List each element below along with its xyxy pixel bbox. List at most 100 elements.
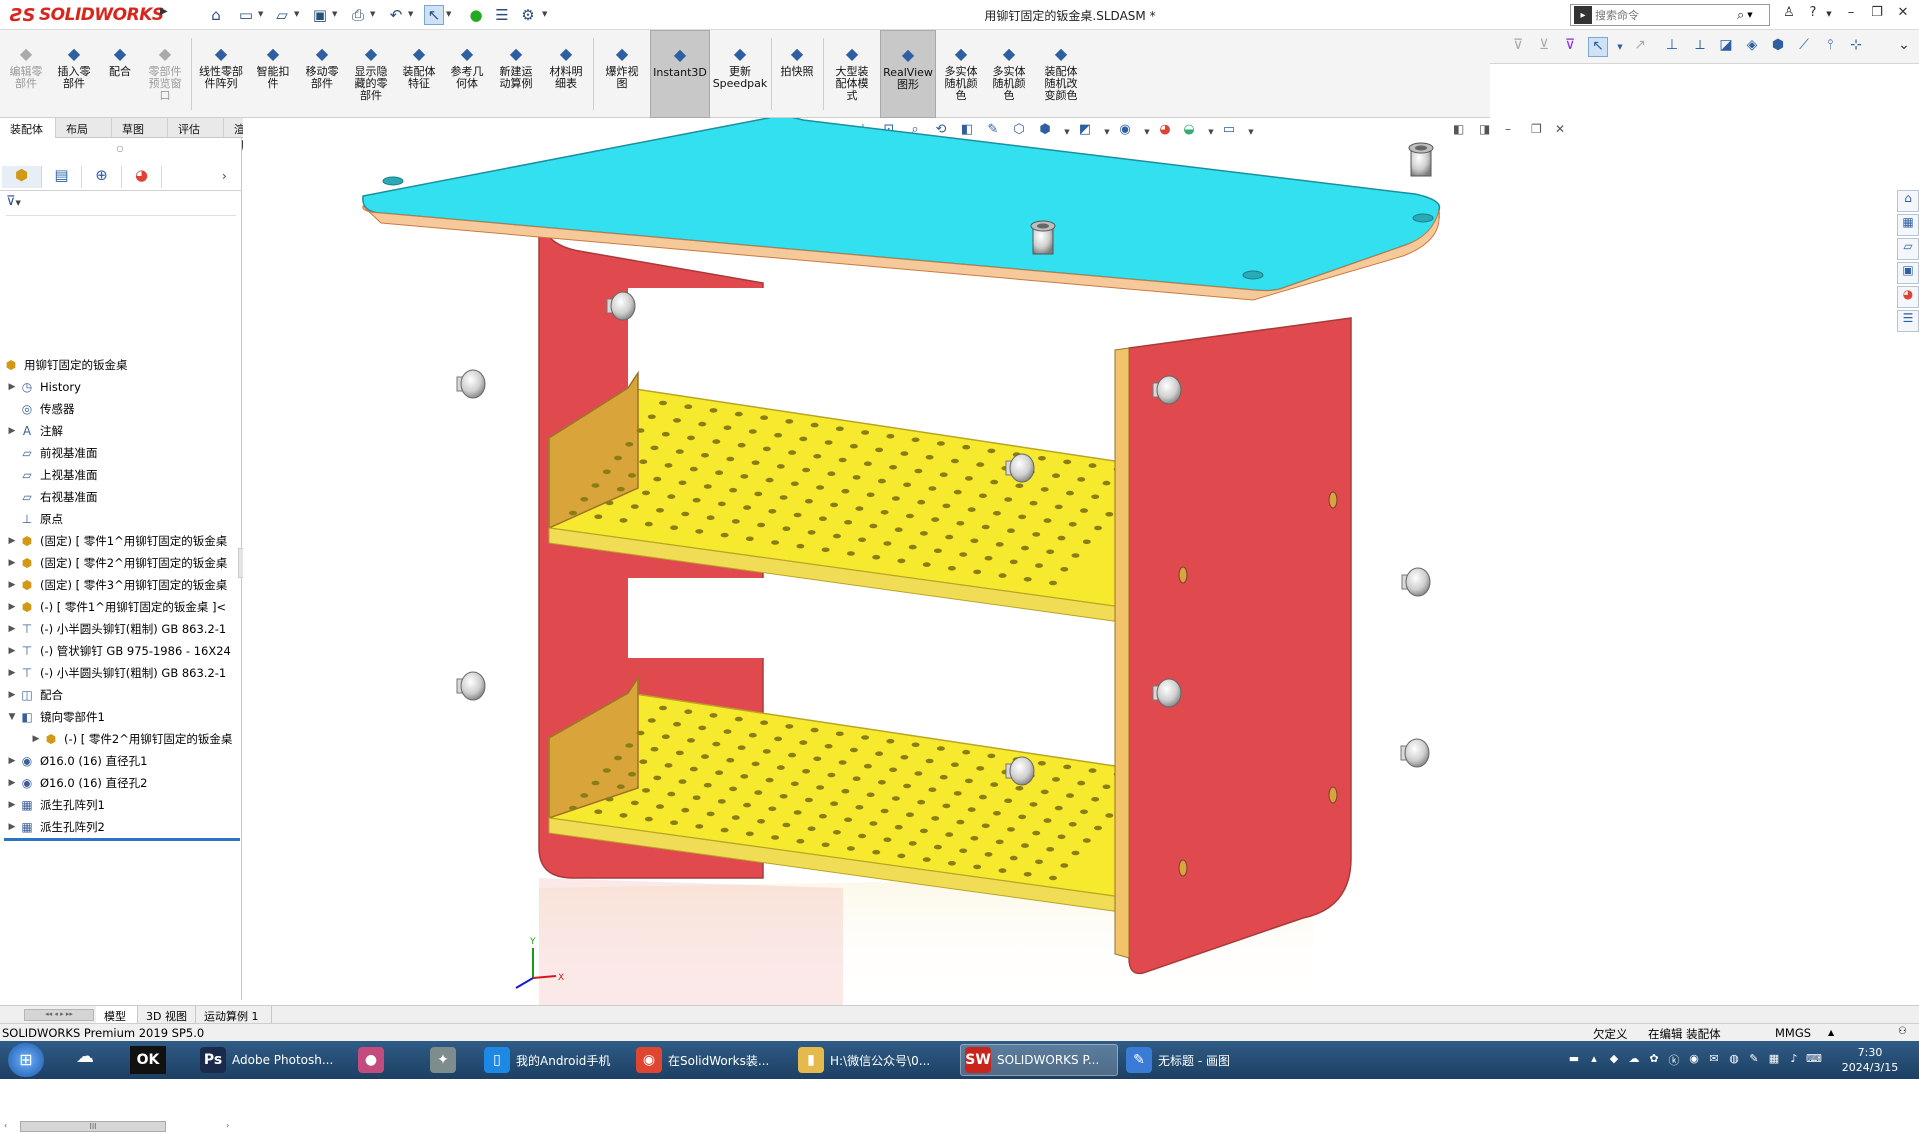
command-assembly-random-color[interactable]: ◆ 装配体 随机改 变颜色 xyxy=(1034,30,1088,118)
command-mate[interactable]: ◆ 配合 xyxy=(100,30,140,118)
vertex-icon[interactable]: ⊥ xyxy=(1662,37,1682,57)
custom-properties-icon[interactable]: ☰ xyxy=(1897,310,1919,332)
search-input[interactable] xyxy=(1595,8,1735,22)
taskbar-item[interactable]: ✦ xyxy=(426,1044,476,1076)
round-head-rivet[interactable] xyxy=(1401,567,1431,597)
graphics-area[interactable]: ⊥ ⊡ ⌕ ⟲ ◧ ✎ ⬡ ⬢ ▼ ◩ ▼ ◉ ▼ ◕ ◒ ▼ ▭ ▼ ◧ ◨ … xyxy=(243,118,1919,1005)
tree-item[interactable]: ⊥ 原点 xyxy=(0,508,240,530)
round-head-rivet[interactable] xyxy=(1400,738,1430,768)
network-icon[interactable]: ▦ xyxy=(1766,1052,1782,1068)
tree-item[interactable]: ▱ 前视基准面 xyxy=(0,442,240,464)
search-commands[interactable]: ▸ ⌕ ▼ xyxy=(1570,4,1770,26)
volume-icon[interactable]: ♪ xyxy=(1786,1052,1802,1068)
chevron-down-icon[interactable]: ▼ xyxy=(1610,43,1630,63)
tray-icon[interactable]: ⓚ xyxy=(1666,1052,1682,1068)
tree-expander-icon[interactable]: ▶ xyxy=(6,602,18,612)
sketch-segment-icon[interactable]: ⟋ xyxy=(1794,37,1814,57)
search-icon[interactable]: ⌕ xyxy=(1737,8,1744,23)
edge-icon[interactable]: ⟂ xyxy=(1690,37,1710,57)
command-reference-geometry[interactable]: ◆ 参考几 何体 xyxy=(444,30,490,118)
command-component-preview[interactable]: ◆ 零部件 预览窗 口 xyxy=(142,30,188,118)
chevron-down-icon[interactable]: ▼ xyxy=(258,10,266,20)
tubular-rivet[interactable] xyxy=(1030,220,1056,255)
tree-expander-icon[interactable]: ▶ xyxy=(6,756,18,766)
tree-item[interactable]: ▶ ▦ 派生孔阵列2 xyxy=(0,816,240,838)
taskbar-item[interactable]: ◉ 在SolidWorks装... xyxy=(632,1044,790,1076)
taskbar-item[interactable]: ● xyxy=(354,1044,404,1076)
file-explorer-icon[interactable]: ▱ xyxy=(1897,238,1919,260)
chevron-down-icon[interactable]: ▼ xyxy=(1818,10,1840,30)
tray-icon[interactable]: ◍ xyxy=(1726,1052,1742,1068)
box-select-icon[interactable]: ↗ xyxy=(1630,37,1650,57)
close-icon[interactable]: ✕ xyxy=(1892,5,1914,25)
chevron-down-icon[interactable]: ▼ xyxy=(294,10,302,20)
tree-expander-icon[interactable]: ▶ xyxy=(6,624,18,634)
tree-item[interactable]: ▶ ◉ Ø16.0 (16) 直径孔2 xyxy=(0,772,240,794)
new-document-icon[interactable]: ▭ xyxy=(236,5,256,25)
open-icon[interactable]: ▱ xyxy=(272,5,292,25)
command-edit-component[interactable]: ◆ 编辑零 部件 xyxy=(4,30,48,118)
tree-expander-icon[interactable]: ▶ xyxy=(6,800,18,810)
tree-item[interactable]: ▶ ⬢ (固定) [ 零件1^用铆钉固定的钣金桌 xyxy=(0,530,240,552)
options-gear-icon[interactable]: ⚙ xyxy=(518,5,538,25)
face-icon[interactable]: ◪ xyxy=(1716,37,1736,57)
command-show-hidden[interactable]: ◆ 显示隐 藏的零 部件 xyxy=(348,30,394,118)
tree-expander-icon[interactable]: ▶ xyxy=(6,558,18,568)
tray-icon[interactable]: ☁ xyxy=(1626,1052,1642,1068)
tree-expander-icon[interactable]: ▶ xyxy=(6,580,18,590)
tree-item[interactable]: ⬢ 用铆钉固定的钣金桌 xyxy=(0,354,240,376)
command-smart-fasteners[interactable]: ◆ 智能扣 件 xyxy=(250,30,296,118)
tree-expander-icon[interactable]: ▶ xyxy=(6,382,18,392)
command-snapshot[interactable]: ◆ 拍快照 xyxy=(774,30,820,118)
tab-0[interactable]: 装配体 xyxy=(0,118,56,138)
command-instant3d[interactable]: ◆ Instant3D xyxy=(650,30,710,118)
filter-icon[interactable]: ⊽ xyxy=(1508,37,1528,57)
assembly-model[interactable]: Y X xyxy=(243,118,1919,1005)
command-insert-component[interactable]: ◆ 插入零 部件 xyxy=(50,30,98,118)
taskbar-item[interactable]: ✎ 无标题 - 画图 xyxy=(1122,1044,1272,1076)
tree-item[interactable]: ▱ 上视基准面 xyxy=(0,464,240,486)
chevron-down-icon[interactable]: ▼ xyxy=(408,10,416,20)
surface-icon[interactable]: ◈ xyxy=(1742,37,1762,57)
filter-toggle-icon[interactable]: ⊻ xyxy=(1534,37,1554,57)
bottom-tab-0[interactable]: 模型 xyxy=(96,1006,138,1024)
tree-item[interactable]: ▶ A 注解 xyxy=(0,420,240,442)
tray-icon[interactable]: ✎ xyxy=(1746,1052,1762,1068)
tree-item[interactable]: ▶ ⊤ (-) 小半圆头铆钉(粗制) GB 863.2-1 xyxy=(0,618,240,640)
right-side-panel[interactable] xyxy=(1128,317,1352,975)
tree-item[interactable]: ▶ ⬢ (-) [ 零件2^用铆钉固定的钣金桌 xyxy=(0,728,240,750)
command-random-color-2[interactable]: ◆ 多实体 随机颜 色 xyxy=(986,30,1032,118)
user-icon[interactable]: ♙ xyxy=(1778,5,1800,25)
axis-icon[interactable]: ⫯ xyxy=(1820,37,1840,57)
bottom-tab-2[interactable]: 运动算例 1 xyxy=(196,1006,272,1024)
tree-expander-icon[interactable]: ▶ xyxy=(6,778,18,788)
view-palette-icon[interactable]: ▣ xyxy=(1897,262,1919,284)
tray-icon[interactable]: ✿ xyxy=(1646,1052,1662,1068)
rollback-bar[interactable] xyxy=(4,838,240,841)
select-icon[interactable]: ↖ xyxy=(424,5,444,25)
file-properties-icon[interactable]: ☰ xyxy=(492,5,512,25)
design-library-icon[interactable]: ▦ xyxy=(1897,214,1919,236)
filter-faces-icon[interactable]: ⊽ xyxy=(1560,37,1580,57)
command-large-assembly[interactable]: ◆ 大型装 配体模 式 xyxy=(826,30,878,118)
menu-expand-icon[interactable]: ▶ xyxy=(160,6,172,24)
taskbar-item[interactable]: Ps Adobe Photosh... xyxy=(196,1044,346,1076)
command-move-component[interactable]: ◆ 移动零 部件 xyxy=(298,30,346,118)
round-head-rivet[interactable] xyxy=(456,369,486,399)
tree-item[interactable]: ▶ ⬢ (固定) [ 零件3^用铆钉固定的钣金桌 xyxy=(0,574,240,596)
tray-icon[interactable]: ◆ xyxy=(1606,1052,1622,1068)
tray-icon[interactable]: ✉ xyxy=(1706,1052,1722,1068)
tray-icon[interactable]: ▬ xyxy=(1566,1052,1582,1068)
round-head-rivet[interactable] xyxy=(456,671,486,701)
tree-expander-icon[interactable]: ▶ xyxy=(6,822,18,832)
chevron-down-icon[interactable]: ▼ xyxy=(1747,11,1752,19)
minimize-icon[interactable]: – xyxy=(1840,5,1862,25)
tree-expander-icon[interactable]: ▶ xyxy=(6,690,18,700)
tab-1[interactable]: 布局 xyxy=(56,118,112,138)
taskbar-item[interactable]: ▯ 我的Android手机 xyxy=(480,1044,628,1076)
solid-body-icon[interactable]: ⬢ xyxy=(1768,37,1788,57)
tree-item[interactable]: ▶ ⬢ (固定) [ 零件2^用铆钉固定的钣金桌 xyxy=(0,552,240,574)
tab-2[interactable]: 草图 xyxy=(112,118,168,138)
chevron-down-icon[interactable]: ⌄ xyxy=(1894,37,1914,57)
save-icon[interactable]: ▣ xyxy=(310,5,330,25)
